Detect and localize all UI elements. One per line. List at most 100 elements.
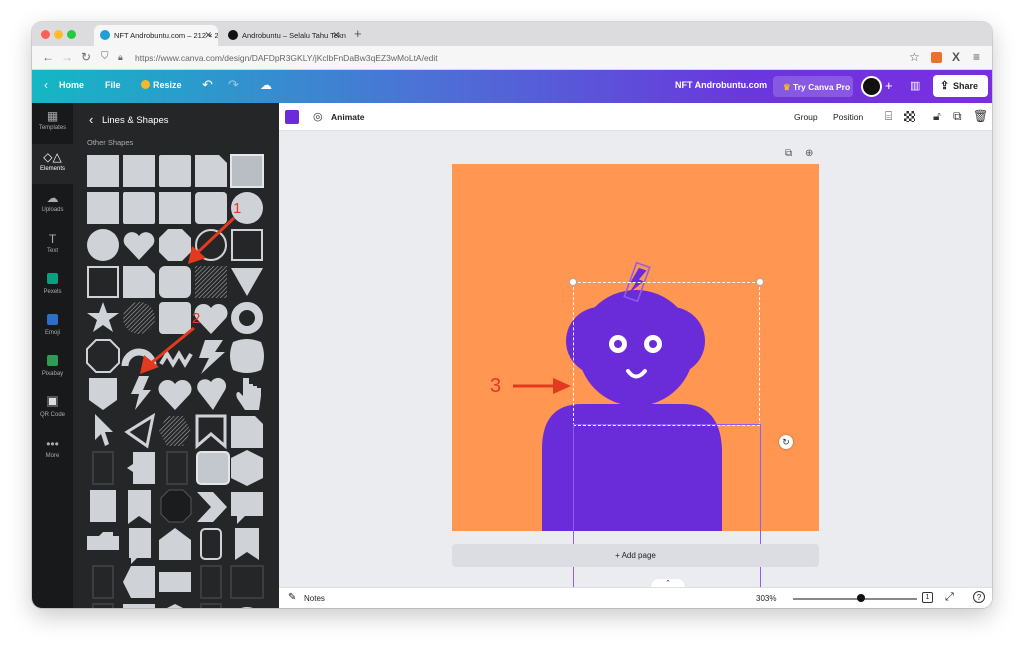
resize-handle[interactable]	[756, 278, 764, 286]
tab-canva[interactable]: NFT Androbuntu.com – 212 × 21 ✕	[94, 25, 218, 46]
shape-tall-rectangle[interactable]	[90, 490, 116, 522]
shape-pentagon-tag[interactable]	[123, 566, 155, 598]
trash-icon[interactable]: 🗑︎	[973, 109, 988, 123]
close-window-button[interactable]	[41, 30, 50, 39]
shape-heart-tilted[interactable]	[197, 377, 227, 410]
shape-rounded-square[interactable]	[159, 155, 191, 187]
shape-circle[interactable]	[87, 229, 119, 261]
help-icon[interactable]: ?	[973, 591, 985, 603]
shape-dark-octagon[interactable]	[160, 489, 192, 523]
shape-rounded-square[interactable]	[123, 192, 155, 224]
cloud-saved-icon[interactable]: ☁	[260, 78, 272, 92]
page-count-button[interactable]: 1	[922, 592, 933, 603]
shape-badge-hexagon[interactable]	[231, 450, 263, 486]
tab-androbuntu[interactable]: Androbuntu – Selalu Tahu Tekno ✕	[222, 25, 346, 46]
add-page-button[interactable]: + Add page	[452, 544, 819, 567]
shape-folded-square[interactable]	[195, 155, 227, 187]
shield-icon[interactable]: ⛉	[101, 51, 109, 62]
forward-icon[interactable]: →	[61, 50, 73, 64]
shape-callout[interactable]	[129, 528, 151, 564]
color-swatch[interactable]	[285, 110, 299, 124]
shape-dark-frame[interactable]	[200, 603, 222, 608]
shape-outline-square[interactable]	[87, 266, 119, 298]
back-icon[interactable]: ←	[42, 50, 54, 64]
shape-dark-frame[interactable]	[200, 565, 222, 599]
new-tab-icon[interactable]: +	[354, 26, 362, 41]
shape-triangle-down[interactable]	[231, 268, 263, 296]
shape-chevron-right[interactable]	[197, 492, 227, 522]
shape-dark-frame[interactable]	[166, 451, 188, 485]
selection-box-group[interactable]	[573, 282, 760, 426]
fullscreen-icon[interactable]: ⤢	[945, 591, 954, 604]
position-button[interactable]: Position	[833, 112, 863, 122]
back-chevron-icon[interactable]: ‹	[89, 112, 93, 127]
shape-cursor-arrow[interactable]	[95, 414, 113, 446]
avatar[interactable]	[861, 76, 882, 97]
shape-ribbon-banner[interactable]	[128, 490, 151, 524]
close-tab-icon[interactable]: ✕	[204, 30, 212, 41]
zoom-slider-knob[interactable]	[857, 594, 865, 602]
resize-handle[interactable]	[569, 278, 577, 286]
lock-icon[interactable]: 🔒︎	[118, 52, 123, 63]
x-extension-icon[interactable]: X	[952, 50, 960, 64]
browser-menu-icon[interactable]: ≡	[973, 50, 980, 64]
zoom-slider[interactable]	[793, 598, 917, 600]
add-collaborator-icon[interactable]: +	[885, 78, 893, 93]
shape-diamond[interactable]	[159, 604, 191, 608]
shape-square[interactable]	[87, 192, 119, 224]
add-page-icon[interactable]: ⊕	[805, 148, 813, 159]
shape-bordered-square[interactable]	[230, 154, 264, 188]
rail-item-elements[interactable]: ◇△ Elements	[32, 144, 73, 184]
copy-page-icon[interactable]: ⧉	[785, 148, 792, 159]
rail-item-pixabay[interactable]: Pixabay	[32, 349, 73, 389]
url-field[interactable]: https://www.canva.com/design/DAFDpR3GKLY…	[135, 53, 438, 63]
bookmark-star-icon[interactable]: ☆	[909, 50, 920, 64]
shape-dark-frame[interactable]	[92, 603, 114, 608]
try-canva-pro-button[interactable]: ♛ Try Canva Pro	[773, 76, 853, 97]
shape-bookmark[interactable]	[235, 528, 259, 560]
extension-icon[interactable]	[931, 52, 942, 63]
resize-button[interactable]: Resize	[153, 80, 182, 90]
shape-cut-corner-square[interactable]	[123, 266, 155, 298]
shape-hand-pointer[interactable]	[236, 378, 261, 410]
rail-item-templates[interactable]: ▦ Templates	[32, 103, 73, 143]
transparency-icon[interactable]	[904, 111, 915, 122]
shape-speech-bubble[interactable]	[231, 492, 263, 524]
rail-item-uploads[interactable]: ☁ Uploads	[32, 185, 73, 225]
chevron-left-icon[interactable]: ‹	[44, 78, 48, 92]
rail-item-emoji[interactable]: Emoji	[32, 308, 73, 348]
shape-outline-rounded-rect[interactable]	[200, 528, 222, 560]
notes-icon[interactable]: ✎	[288, 592, 296, 603]
shape-bordered-rounded-square[interactable]	[196, 451, 230, 485]
rail-item-more[interactable]: ••• More	[32, 431, 73, 471]
shape-wide-rectangle[interactable]	[159, 572, 191, 592]
shape-dark-frame[interactable]	[92, 451, 114, 485]
rotate-handle-icon[interactable]: ↻	[779, 435, 793, 449]
shape-star[interactable]	[87, 302, 119, 332]
paint-roller-icon[interactable]: ⌸	[885, 109, 892, 124]
notes-button[interactable]: Notes	[304, 594, 325, 603]
shape-ring[interactable]	[231, 302, 263, 334]
lock-icon[interactable]: 🔓︎	[933, 109, 941, 124]
shape-heart[interactable]	[123, 232, 155, 260]
redo-icon[interactable]: ↷	[228, 77, 239, 93]
shape-outline-octagon[interactable]	[86, 339, 120, 373]
minimize-window-button[interactable]	[54, 30, 63, 39]
shape-tag[interactable]	[127, 452, 155, 484]
insights-icon[interactable]: ▥	[910, 79, 920, 92]
shape-folded-square[interactable]	[231, 416, 263, 448]
rail-item-qr-code[interactable]: QR Code	[32, 390, 73, 430]
selection-box-body[interactable]	[573, 424, 761, 602]
design-title[interactable]: NFT Androbuntu.com	[675, 80, 767, 90]
undo-icon[interactable]: ↶	[202, 77, 213, 93]
duplicate-icon[interactable]: ⧉	[953, 109, 962, 124]
shape-square[interactable]	[123, 155, 155, 187]
shape-shield[interactable]	[89, 378, 117, 410]
shape-dark-frame-square[interactable]	[230, 565, 264, 599]
shape-heart[interactable]	[158, 379, 192, 410]
shape-dark-frame[interactable]	[92, 565, 114, 599]
rail-item-pexels[interactable]: Pexels	[32, 267, 73, 307]
maximize-window-button[interactable]	[67, 30, 76, 39]
shape-wavy-square[interactable]	[230, 339, 264, 373]
home-button[interactable]: Home	[59, 80, 84, 90]
